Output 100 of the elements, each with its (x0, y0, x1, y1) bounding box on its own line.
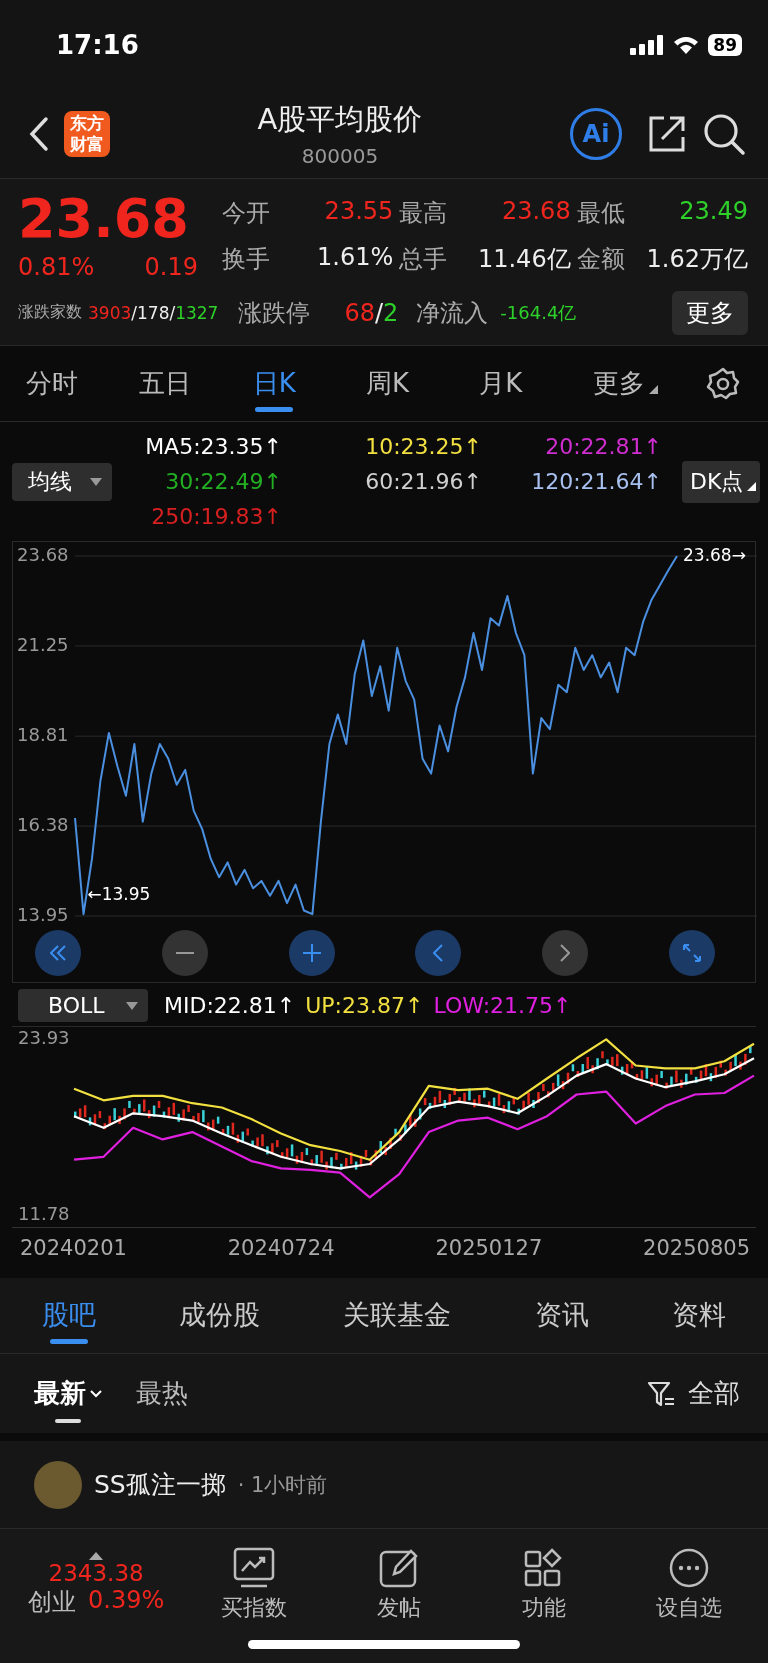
chart-expand-button[interactable] (669, 930, 715, 977)
limit-label: 涨跌停 (238, 297, 311, 329)
up-triangle-icon (89, 1551, 104, 1560)
dk-point-button[interactable]: DK点 (682, 460, 761, 503)
stat-value: 1.61% (316, 242, 394, 273)
chart-tab[interactable]: 日K (252, 355, 296, 412)
stat-label: 今开 (222, 197, 271, 229)
stat-value: 1.62万亿 (645, 243, 748, 275)
boll-reading: UP:23.87↑ (305, 993, 424, 1019)
chart-tab[interactable]: 五日 (139, 355, 192, 412)
plus-icon (302, 944, 321, 963)
breadth-count: 1327 (175, 302, 219, 323)
y-axis-label: 21.25 (17, 634, 69, 655)
last-price: 23.68 (18, 188, 190, 249)
bottom-nav-label[interactable]: 功能 (522, 1592, 567, 1623)
index-change: 0.39% (88, 1585, 165, 1616)
y-axis-label: 11.78 (18, 1203, 70, 1225)
stock-code: 800005 (301, 144, 379, 169)
more-icon[interactable] (668, 1546, 710, 1589)
double-chevron-left-icon (50, 945, 66, 962)
stat-label: 换手 (222, 243, 271, 275)
corner-triangle-icon (747, 481, 757, 491)
chart-tab[interactable]: 月K (479, 355, 523, 412)
change-amount: 0.19 (144, 252, 198, 281)
section-tab[interactable]: 成份股 (179, 1287, 261, 1345)
search-icon[interactable] (702, 112, 746, 157)
stat-label: 总手 (399, 243, 449, 275)
moving-average-reading: 60:21.96↑ (365, 469, 482, 495)
chart-tab[interactable]: 更多 (592, 355, 658, 412)
moving-average-reading: 120:21.64↑ (531, 469, 662, 495)
settings-icon[interactable] (705, 366, 740, 401)
date-label: 20250805 (643, 1236, 750, 1263)
breadth-count: 3903 (88, 302, 132, 323)
stat-label: 金额 (576, 243, 626, 275)
breadth-count: /178/ (131, 302, 176, 323)
stat-label: 最低 (576, 197, 626, 229)
stat-value: 23.68 (500, 196, 571, 227)
stat-value: 11.46亿 (476, 243, 571, 275)
inflow-label: 净流入 (416, 297, 489, 329)
sort-tab[interactable]: 最新 (34, 1364, 102, 1424)
low-price-marker: ←13.95 (87, 884, 151, 905)
app-logo: 东方财富 (64, 111, 110, 158)
expand-icon (683, 944, 701, 963)
y-axis-label: 23.68 (17, 544, 69, 566)
limit-count: / (375, 298, 384, 327)
bottom-nav-label[interactable]: 买指数 (221, 1592, 288, 1623)
index-name: 创业 (28, 1586, 76, 1618)
section-tab[interactable]: 股吧 (41, 1287, 96, 1345)
chart-tab[interactable]: 分时 (26, 355, 78, 412)
moving-average-reading: 10:23.25↑ (365, 434, 482, 460)
y-axis-label: 23.93 (18, 1027, 70, 1049)
caret-icon (126, 1001, 138, 1010)
moving-average-reading: 20:22.81↑ (545, 434, 662, 460)
section-tab[interactable]: 资讯 (534, 1287, 589, 1345)
chart-icon[interactable] (233, 1546, 276, 1589)
indicator-dropdown[interactable]: BOLL (18, 989, 148, 1023)
chevron-right-icon (560, 944, 571, 963)
back-icon[interactable] (28, 116, 50, 153)
user-avatar[interactable] (34, 1460, 82, 1509)
moving-average-reading: 250:19.83↑ (151, 504, 282, 530)
moving-average-reading: 30:22.49↑ (165, 469, 282, 495)
chevron-left-icon (433, 944, 444, 963)
status-time: 17:16 (56, 30, 139, 61)
section-tab[interactable]: 资料 (672, 1287, 727, 1345)
bottom-nav-label[interactable]: 发帖 (377, 1592, 422, 1623)
boll-reading: LOW:21.75↑ (433, 993, 572, 1019)
filter-button[interactable]: 全部 (688, 1376, 740, 1412)
chart-tab[interactable]: 周K (366, 355, 410, 412)
index-value[interactable]: 2343.38 (48, 1559, 144, 1586)
high-price-marker: 23.68→ (683, 545, 746, 566)
limit-count: 2 (383, 298, 399, 327)
chart-rewind-button[interactable] (35, 930, 81, 977)
change-percent: 0.81% (18, 252, 95, 281)
y-axis-label: 18.81 (17, 724, 69, 746)
boll-reading: MID:22.81↑ (164, 993, 296, 1019)
stat-label: 最高 (399, 197, 449, 229)
breadth-label: 涨跌家数 (18, 302, 82, 324)
date-label: 20240201 (20, 1236, 127, 1263)
moving-average-reading: MA5:23.35↑ (145, 434, 282, 460)
wifi-icon (672, 35, 701, 56)
date-label: 20240724 (227, 1236, 335, 1263)
stat-value: 23.55 (323, 196, 394, 227)
caret-icon (90, 477, 102, 486)
page-title: A股平均股价 (257, 101, 423, 139)
post-time: · 1小时前 (237, 1471, 328, 1499)
inflow-value: -164.4亿 (500, 300, 578, 325)
post-author[interactable]: SS孤注一掷 (94, 1468, 226, 1502)
bottom-nav-label[interactable]: 设自选 (656, 1592, 722, 1623)
signal-icon (630, 35, 665, 56)
indicator-dropdown[interactable]: 均线 (12, 462, 112, 501)
corner-triangle-icon (648, 384, 658, 394)
battery-icon: 89 (708, 34, 742, 57)
sort-tab[interactable]: 最热 (136, 1364, 188, 1424)
section-tab[interactable]: 关联基金 (343, 1287, 452, 1345)
date-label: 20250127 (435, 1236, 543, 1263)
ai-button[interactable]: Ai (570, 108, 622, 161)
stat-value: 23.49 (678, 196, 748, 227)
y-axis-label: 13.95 (17, 904, 69, 926)
more-button[interactable]: 更多 (672, 290, 748, 335)
minus-icon (175, 951, 194, 956)
